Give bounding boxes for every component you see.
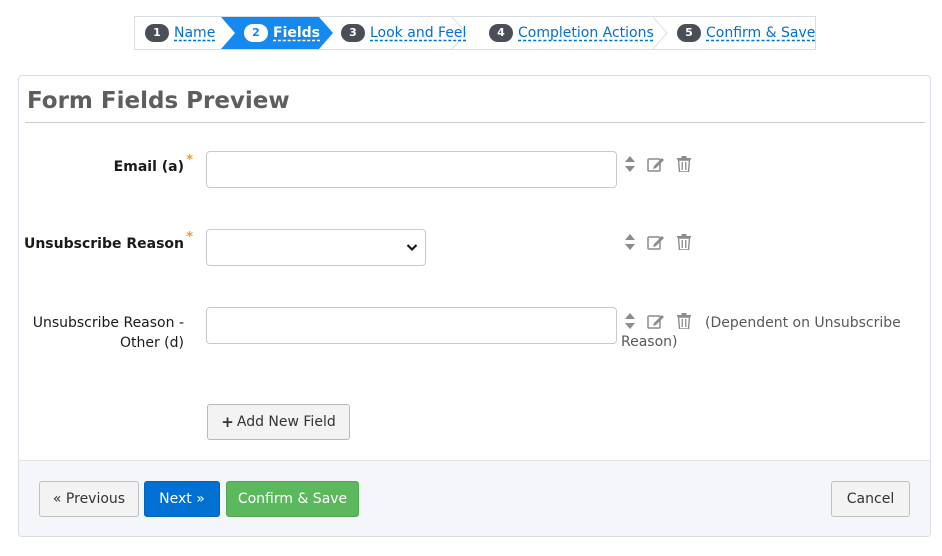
sort-arrows-icon[interactable] (625, 156, 635, 172)
field-controls-email (625, 156, 691, 172)
edit-icon[interactable] (647, 234, 665, 250)
title-divider (25, 122, 925, 123)
wizard-footer: « Previous Next » Confirm & Save Cancel (19, 460, 930, 536)
field-label-email: Email (a) * (113, 153, 193, 177)
add-new-field-button[interactable]: + Add New Field (207, 404, 350, 440)
step-label[interactable]: Completion Actions (518, 25, 654, 41)
wizard-step-name[interactable]: 1 Name (145, 17, 215, 49)
add-new-field-label: Add New Field (236, 414, 336, 430)
step-number: 1 (145, 24, 169, 42)
cancel-button[interactable]: Cancel (831, 481, 910, 517)
field-label-text: Unsubscribe Reason (23, 236, 184, 252)
previous-button[interactable]: « Previous (39, 481, 139, 517)
trash-icon[interactable] (677, 234, 691, 250)
required-marker: * (186, 230, 193, 245)
step-label[interactable]: Name (174, 25, 215, 41)
wizard-progress: 1 Name 2 Fields 3 Look and Feel 4 Comple… (134, 16, 816, 50)
step-number: 3 (341, 24, 365, 42)
form-fields-panel: Form Fields Preview Email (a) * Unsubscr… (18, 75, 931, 537)
next-button[interactable]: Next » (144, 481, 220, 517)
plus-icon: + (221, 413, 234, 431)
wizard-step-confirm-save[interactable]: 5 Confirm & Save (677, 17, 815, 49)
field-label-line2: Other (d) (119, 335, 184, 351)
field-label-unsubscribe-reason-other: Unsubscribe Reason - Other (d) (33, 313, 184, 353)
dependency-note-text: (Dependent on Unsubscribe Reason) (621, 315, 901, 350)
email-field[interactable] (206, 151, 617, 188)
wizard-step-fields[interactable]: 2 Fields (244, 17, 320, 49)
required-marker: * (186, 153, 193, 168)
field-label-text: Email (a) (113, 159, 184, 175)
step-label[interactable]: Confirm & Save (706, 25, 815, 41)
wizard-step-completion-actions[interactable]: 4 Completion Actions (489, 17, 654, 49)
field-label-unsubscribe-reason: Unsubscribe Reason * (23, 230, 193, 254)
edit-icon[interactable] (647, 156, 665, 172)
step-label[interactable]: Fields (273, 25, 320, 41)
step-number: 4 (489, 24, 513, 42)
field-controls-unsubscribe-reason (625, 234, 691, 250)
field-label-line1: Unsubscribe Reason - (32, 315, 184, 331)
trash-icon[interactable] (677, 156, 691, 172)
chevron-down-icon (406, 244, 418, 252)
sort-arrows-icon[interactable] (625, 234, 635, 250)
page-title: Form Fields Preview (27, 88, 290, 114)
step-number: 2 (244, 24, 268, 42)
unsubscribe-reason-select[interactable] (206, 229, 426, 266)
unsubscribe-reason-other-field[interactable] (206, 307, 617, 344)
confirm-save-button[interactable]: Confirm & Save (226, 481, 359, 517)
dependency-note: (Dependent on Unsubscribe Reason) (621, 314, 901, 352)
step-label[interactable]: Look and Feel (370, 25, 466, 41)
wizard-step-look-and-feel[interactable]: 3 Look and Feel (341, 17, 466, 49)
step-number: 5 (677, 24, 701, 42)
